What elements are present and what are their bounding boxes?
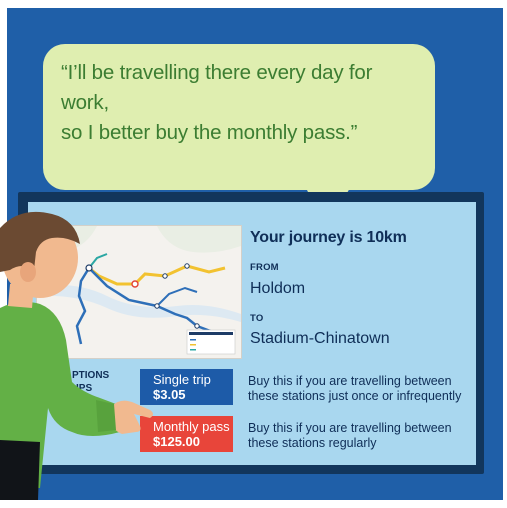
options-line-1: PTIONS xyxy=(72,370,110,381)
to-station: Stadium-Chinatown xyxy=(250,330,390,347)
speech-bubble-quote: “I’ll be travelling there every day for … xyxy=(61,61,373,144)
single-trip-name: Single trip xyxy=(153,372,211,387)
monthly-pass-description: Buy this if you are travelling between t… xyxy=(248,421,452,450)
speech-bubble: “I’ll be travelling there every day for … xyxy=(43,44,435,190)
options-line-2: IPS xyxy=(76,382,93,394)
from-label: FROM xyxy=(250,262,279,273)
monthly-pass-name: Monthly pass xyxy=(153,419,230,434)
from-station: Holdom xyxy=(250,280,306,297)
route-map-graphic xyxy=(37,226,241,355)
route-map xyxy=(36,225,242,359)
single-trip-price: $3.05 xyxy=(153,387,186,402)
single-trip-description: Buy this if you are travelling between t… xyxy=(248,374,462,403)
options-line-3: 0km xyxy=(80,395,101,406)
journey-distance-title: Your journey is 10km xyxy=(250,229,407,246)
fare-options-heading-partial: PTIONS IPS 0km xyxy=(72,370,109,408)
single-trip-button[interactable]: Single trip $3.05 xyxy=(140,369,233,405)
to-label: TO xyxy=(250,313,264,324)
monthly-pass-price: $125.00 xyxy=(153,434,200,449)
monthly-pass-button[interactable]: Monthly pass $125.00 xyxy=(140,416,233,452)
